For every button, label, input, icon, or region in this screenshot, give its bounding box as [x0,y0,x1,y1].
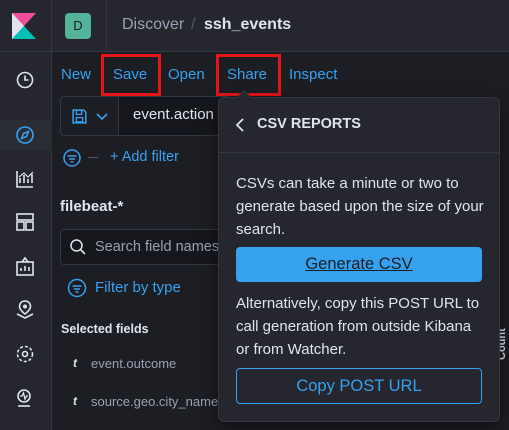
back-chevron-icon[interactable] [234,117,246,133]
space-avatar[interactable]: D [65,13,91,39]
save-disk-icon [72,109,87,124]
popover-alternative-text: Alternatively, copy this POST URL to cal… [236,295,480,358]
breadcrumb-separator: / [191,16,196,33]
selected-fields-heading: Selected fields [61,322,149,336]
canvas-icon[interactable] [14,256,36,278]
query-text[interactable]: event.action [133,106,214,123]
new-link[interactable]: New [61,66,91,83]
side-nav [0,52,52,430]
clock-icon[interactable] [14,69,36,91]
filter-divider [88,157,98,158]
popover-title: CSV REPORTS [257,116,361,132]
top-header: D Discover / ssh_events [0,0,509,52]
maps-icon[interactable] [14,299,36,321]
chevron-down-icon [96,113,108,121]
field-search-input[interactable]: Search field names [60,229,230,265]
header-divider [51,0,52,52]
filter-by-type-button[interactable]: Filter by type [95,279,181,296]
filter-options-icon[interactable] [63,149,83,167]
copy-post-url-button[interactable]: Copy POST URL [236,368,482,404]
save-highlight-box [101,54,161,96]
inspect-link[interactable]: Inspect [289,66,337,83]
index-pattern-title[interactable]: filebeat-* [60,198,123,215]
header-divider [106,0,107,52]
field-search-placeholder: Search field names [95,239,220,255]
compass-icon[interactable] [14,124,36,146]
uptime-icon[interactable] [14,387,36,409]
ml-icon[interactable] [14,343,36,365]
breadcrumb-discover[interactable]: Discover [122,16,184,34]
field-type-string-icon: t [73,394,77,408]
popover-divider [219,152,499,153]
filter-by-type-icon[interactable] [67,278,87,298]
field-type-string-icon: t [73,356,77,370]
search-icon [70,239,86,255]
popover-description: CSVs can take a minute or two to generat… [236,175,484,238]
kibana-logo-icon[interactable] [12,13,36,39]
dashboard-icon[interactable] [14,211,36,233]
field-item-source-geo-city-name[interactable]: source.geo.city_name [91,394,218,409]
add-filter-button[interactable]: + Add filter [110,149,179,165]
generate-csv-button[interactable]: Generate CSV [236,247,482,282]
field-item-event-outcome[interactable]: event.outcome [91,356,176,371]
visualize-icon[interactable] [14,168,36,190]
breadcrumb-current: ssh_events [204,16,292,33]
popover-arrow-fill [237,92,251,99]
open-link[interactable]: Open [168,66,205,83]
saved-query-button[interactable] [60,96,118,136]
